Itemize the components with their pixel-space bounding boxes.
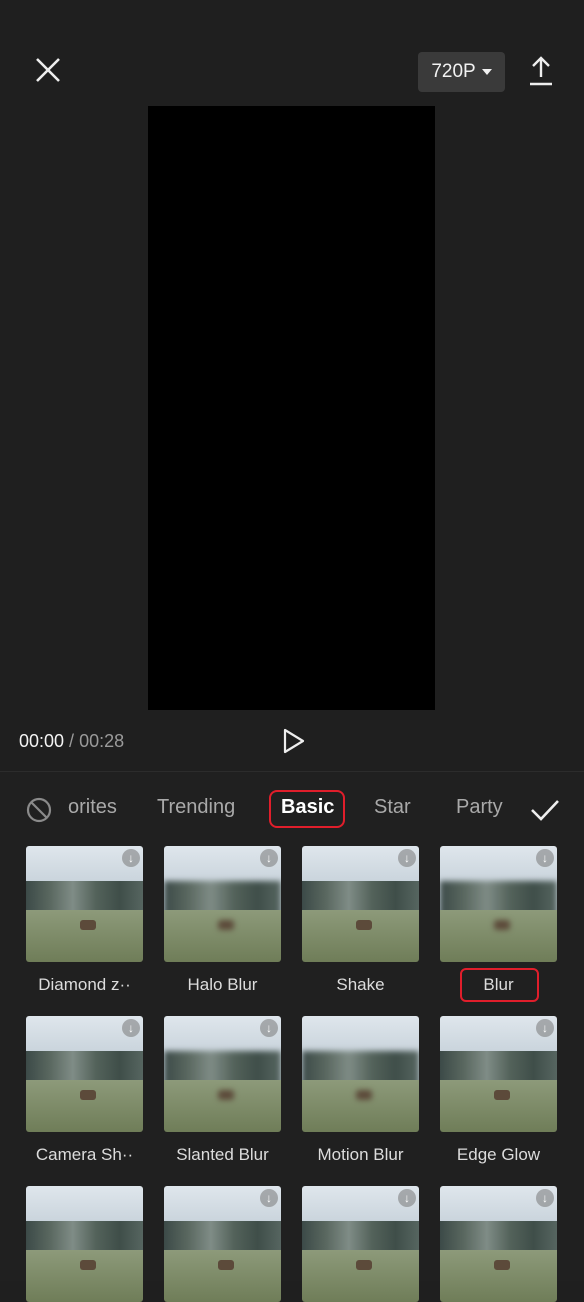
effect-name: Halo Blur bbox=[187, 975, 258, 994]
tab-trending[interactable]: Trending bbox=[157, 796, 235, 819]
effect-thumbnail: ↓ bbox=[164, 1016, 281, 1132]
checkmark-icon bbox=[531, 800, 559, 821]
current-time: 00:00 bbox=[19, 731, 65, 751]
play-icon bbox=[283, 728, 305, 754]
total-time: 00:28 bbox=[79, 731, 125, 751]
no-effect-button[interactable] bbox=[26, 797, 52, 823]
download-icon: ↓ bbox=[398, 1189, 416, 1207]
download-icon: ↓ bbox=[260, 1019, 278, 1037]
effect-card-motion-blur[interactable]: Motion Blur bbox=[302, 1016, 419, 1165]
caret-down-icon bbox=[481, 69, 492, 75]
export-upload-icon bbox=[530, 56, 552, 86]
effect-card[interactable]: ↓ bbox=[164, 1186, 281, 1302]
resolution-label: 720P bbox=[431, 61, 476, 82]
download-icon: ↓ bbox=[122, 849, 140, 867]
effect-name: Slanted Blur bbox=[176, 1145, 269, 1164]
tab-party[interactable]: Party bbox=[456, 796, 503, 819]
top-bar: 720P bbox=[0, 0, 584, 105]
effect-card[interactable]: ↓ bbox=[302, 1186, 419, 1302]
blur-label-highlight bbox=[460, 968, 539, 1002]
download-icon: ↓ bbox=[260, 849, 278, 867]
video-preview[interactable] bbox=[148, 106, 435, 710]
effect-name: Motion Blur bbox=[317, 1145, 404, 1164]
effect-card-slanted-blur[interactable]: ↓ Slanted Blur bbox=[164, 1016, 281, 1165]
effect-thumbnail: ↓ bbox=[440, 1186, 557, 1302]
no-effect-icon bbox=[26, 797, 52, 823]
effect-name: Camera Sh·· bbox=[35, 1145, 134, 1164]
effect-card-edge-glow[interactable]: ↓ Edge Glow bbox=[440, 1016, 557, 1165]
effect-thumbnail: ↓ bbox=[26, 1016, 143, 1132]
play-button[interactable] bbox=[278, 726, 308, 756]
effects-panel: orites Trending Basic Star Party ↓ Diamo… bbox=[0, 771, 584, 1302]
effect-thumbnail: ↓ bbox=[26, 846, 143, 962]
time-separator: / bbox=[64, 731, 80, 751]
download-icon: ↓ bbox=[536, 1019, 554, 1037]
effect-name: Edge Glow bbox=[456, 1145, 541, 1164]
export-button[interactable] bbox=[526, 54, 556, 88]
effect-thumbnail bbox=[26, 1186, 143, 1302]
download-icon: ↓ bbox=[536, 1189, 554, 1207]
download-icon: ↓ bbox=[260, 1189, 278, 1207]
effect-card-halo-blur[interactable]: ↓ Halo Blur bbox=[164, 846, 281, 995]
effect-thumbnail bbox=[302, 1016, 419, 1132]
resolution-button[interactable]: 720P bbox=[418, 52, 505, 92]
effect-card-diamond-zoom[interactable]: ↓ Diamond z·· bbox=[26, 846, 143, 995]
download-icon: ↓ bbox=[536, 849, 554, 867]
effect-thumbnail: ↓ bbox=[302, 1186, 419, 1302]
confirm-button[interactable] bbox=[529, 794, 561, 826]
effect-thumbnail: ↓ bbox=[164, 1186, 281, 1302]
download-icon: ↓ bbox=[122, 1019, 140, 1037]
effect-category-tabs: orites Trending Basic Star Party bbox=[0, 772, 584, 844]
effect-card[interactable] bbox=[26, 1186, 143, 1302]
effect-name: Shake bbox=[336, 975, 385, 994]
tab-favorites[interactable]: orites bbox=[68, 796, 117, 819]
effect-thumbnail: ↓ bbox=[164, 846, 281, 962]
effect-name: Diamond z·· bbox=[38, 975, 131, 994]
effect-thumbnail: ↓ bbox=[440, 846, 557, 962]
effect-card-camera-shake[interactable]: ↓ Camera Sh·· bbox=[26, 1016, 143, 1165]
effect-card-shake[interactable]: ↓ Shake bbox=[302, 846, 419, 995]
effect-card[interactable]: ↓ bbox=[440, 1186, 557, 1302]
tab-star[interactable]: Star bbox=[374, 796, 411, 819]
tab-basic-highlight bbox=[269, 790, 345, 828]
time-display: 00:00 / 00:28 bbox=[19, 731, 124, 752]
close-icon bbox=[36, 58, 60, 82]
download-icon: ↓ bbox=[398, 849, 416, 867]
effect-thumbnail: ↓ bbox=[440, 1016, 557, 1132]
close-button[interactable] bbox=[30, 52, 66, 88]
effect-thumbnail: ↓ bbox=[302, 846, 419, 962]
